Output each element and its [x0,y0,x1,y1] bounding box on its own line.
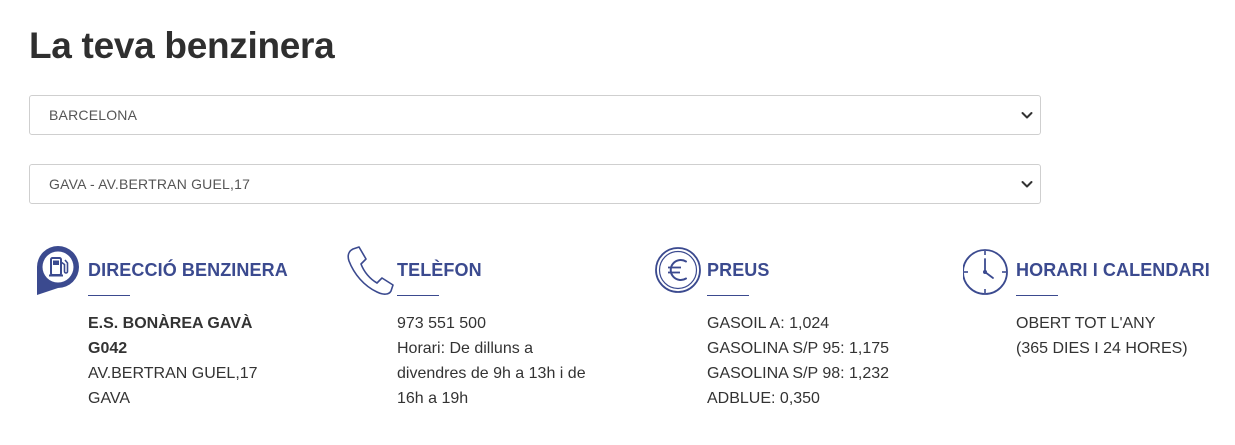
clock-icon [963,249,1008,295]
price-item: ADBLUE: 0,350 [707,390,820,407]
phone-heading: TELÈFON [397,260,482,280]
province-select-value: BARCELONA [49,107,138,123]
price-item: GASOLINA S/P 98: 1,232 [707,365,890,382]
heading-divider [88,295,130,296]
prices-body: GASOIL A: 1,024 GASOLINA S/P 95: 1,175 G… [707,311,889,411]
phone-number[interactable]: 973 551 500 [397,311,586,336]
schedule-body: OBERT TOT L'ANY (365 DIES I 24 HORES) [1016,311,1188,361]
phone-hours-line: 16h a 19h [397,390,469,407]
chevron-down-icon [1021,112,1033,119]
schedule-heading: HORARI I CALENDARI [1016,260,1210,280]
address-heading: DIRECCIÓ BENZINERA [88,260,288,280]
station-code: G042 [88,340,128,357]
heading-divider [707,295,749,296]
address-body: E.S. BONÀREA GAVÀ G042 AV.BERTRAN GUEL,1… [88,311,258,411]
schedule-line: (365 DIES I 24 HORES) [1016,340,1188,357]
phone-icon [347,246,394,295]
price-item: GASOIL A: 1,024 [707,315,830,332]
page-title: La teva benzinera [29,25,335,66]
heading-divider [1016,295,1058,296]
euro-icon [655,247,701,293]
station-name-line1: E.S. BONÀREA GAVÀ [88,315,253,332]
station-select-value: GAVA - AV.BERTRAN GUEL,17 [49,176,251,192]
phone-hours-line: Horari: De dilluns a [397,340,534,357]
price-item: GASOLINA S/P 95: 1,175 [707,340,890,357]
chevron-down-icon [1021,181,1033,188]
prices-heading: PREUS [707,260,770,280]
phone-body: 973 551 500 Horari: De dilluns a divendr… [397,311,586,411]
phone-hours-line: divendres de 9h a 13h i de [397,365,586,382]
station-street: AV.BERTRAN GUEL,17 [88,365,258,382]
province-select[interactable]: BARCELONA [29,95,1041,135]
heading-divider [397,295,439,296]
fuel-pump-pin-icon [37,246,79,295]
station-select[interactable]: GAVA - AV.BERTRAN GUEL,17 [29,164,1041,204]
station-city: GAVA [88,390,131,407]
schedule-line: OBERT TOT L'ANY [1016,315,1156,332]
